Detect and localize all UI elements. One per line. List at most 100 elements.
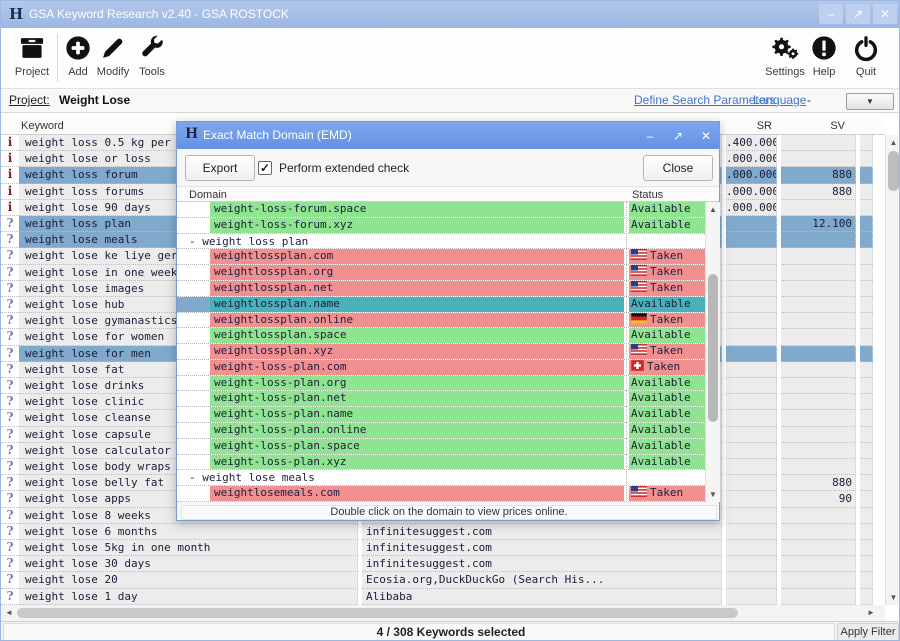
- domain-row[interactable]: weightlossplan.xyzTaken: [177, 344, 705, 360]
- extended-check-checkbox[interactable]: ✓: [258, 161, 272, 175]
- extended-check-label[interactable]: Perform extended check: [279, 161, 409, 175]
- column-header-domain[interactable]: Domain: [189, 189, 227, 201]
- column-header-status[interactable]: Status: [632, 189, 663, 201]
- maximize-button[interactable]: ↗: [846, 4, 870, 24]
- status-text: Taken: [650, 265, 683, 278]
- add-button[interactable]: Add: [59, 34, 97, 78]
- vertical-scrollbar-thumb[interactable]: [888, 151, 899, 191]
- scroll-down-icon[interactable]: ▼: [886, 593, 900, 602]
- extra-cell: [860, 151, 873, 167]
- domain-row[interactable]: weightlossplan.nameAvailable: [177, 297, 705, 313]
- extra-cell: [860, 491, 873, 507]
- domain-cell[interactable]: weight-loss-plan.name: [210, 407, 624, 422]
- keyword-row[interactable]: ?weight lose 30 daysinfinitesuggest.com: [1, 556, 885, 572]
- us-flag-icon: [631, 265, 647, 276]
- domain-group-header[interactable]: - weight lose meals: [189, 471, 315, 484]
- scroll-right-icon[interactable]: ►: [867, 608, 875, 617]
- domain-group-row[interactable]: - weight loss plan: [177, 234, 705, 250]
- keyword-type-icon: ?: [1, 540, 19, 556]
- dialog-close-icon[interactable]: ✕: [695, 127, 717, 145]
- domain-cell[interactable]: weight-loss-plan.online: [210, 423, 624, 438]
- domain-cell[interactable]: weightlossplan.online: [210, 313, 624, 328]
- keyword-row[interactable]: ?weight lose 5kg in one monthinfinitesug…: [1, 540, 885, 556]
- horizontal-scrollbar-thumb[interactable]: [17, 608, 738, 618]
- help-button[interactable]: Help: [809, 34, 839, 78]
- domain-row[interactable]: weight-loss-plan.spaceAvailable: [177, 439, 705, 455]
- status-bar: 4 / 308 Keywords selected Apply Filter: [1, 621, 900, 641]
- domain-cell[interactable]: weight-loss-plan.space: [210, 439, 624, 454]
- scroll-left-icon[interactable]: ◄: [5, 608, 13, 617]
- question-icon: ?: [6, 297, 13, 311]
- dialog-scroll-down-icon[interactable]: ▼: [706, 490, 720, 499]
- domain-row[interactable]: weightlossplan.org Taken: [177, 265, 705, 281]
- domain-row[interactable]: weightlossplan.netTaken: [177, 281, 705, 297]
- source-cell: infinitesuggest.com: [362, 556, 722, 572]
- domain-cell[interactable]: weightlossplan.name: [210, 297, 624, 312]
- status-cell: Available: [629, 202, 705, 217]
- keyword-row[interactable]: ?weight lose 1 dayAlibaba: [1, 589, 885, 605]
- dialog-minimize-button[interactable]: –: [639, 127, 661, 145]
- export-button[interactable]: Export: [185, 155, 255, 181]
- domain-row[interactable]: weightlosemeals.comTaken: [177, 486, 705, 502]
- domain-cell[interactable]: weight-loss-plan.org: [210, 376, 624, 391]
- scroll-up-icon[interactable]: ▲: [886, 138, 900, 147]
- domain-cell[interactable]: weightlosemeals.com: [210, 486, 624, 501]
- column-header-sv[interactable]: SV: [783, 120, 845, 132]
- domain-row[interactable]: weightlossplan.spaceAvailable: [177, 328, 705, 344]
- modify-button[interactable]: Modify: [93, 34, 133, 78]
- domain-cell[interactable]: weightlossplan.org: [210, 265, 624, 280]
- column-header-keyword[interactable]: Keyword: [21, 120, 64, 132]
- minimize-button[interactable]: –: [819, 4, 843, 24]
- domain-row[interactable]: weight-loss-plan.xyzAvailable: [177, 455, 705, 471]
- domain-row[interactable]: weightlossplan.comTaken: [177, 249, 705, 265]
- tools-wrench-icon: [133, 34, 171, 64]
- horizontal-scrollbar[interactable]: ◄ ►: [1, 605, 885, 621]
- domain-row[interactable]: weight-loss-forum.space Available: [177, 202, 705, 218]
- domain-cell[interactable]: weight-loss-plan.com: [210, 360, 624, 375]
- domain-cell[interactable]: weight-loss-forum.space: [210, 202, 624, 217]
- keyword-row[interactable]: ?weight lose 6 monthsinfinitesuggest.com: [1, 524, 885, 540]
- extra-cell: [860, 184, 873, 200]
- domain-row[interactable]: weight-loss-plan.netAvailable: [177, 391, 705, 407]
- sv-cell: [781, 508, 856, 524]
- domain-row[interactable]: weightlossplan.onlineTaken: [177, 313, 705, 329]
- domain-cell[interactable]: weight-loss-plan.xyz: [210, 455, 624, 470]
- language-dropdown[interactable]: ▼: [846, 93, 894, 110]
- domain-group-row[interactable]: - weight lose meals: [177, 470, 705, 486]
- domain-row[interactable]: weight-loss-plan.orgAvailable: [177, 376, 705, 392]
- dialog-vertical-scrollbar[interactable]: ▲ ▼: [705, 202, 720, 502]
- domain-cell[interactable]: weightlossplan.com: [210, 249, 624, 264]
- project-button[interactable]: Project: [11, 34, 53, 78]
- domain-row[interactable]: weight-loss-plan.nameAvailable: [177, 407, 705, 423]
- keyword-row[interactable]: ?weight lose 20Ecosia.org,DuckDuckGo (Se…: [1, 572, 885, 588]
- dialog-scroll-up-icon[interactable]: ▲: [706, 205, 720, 214]
- extra-cell: [860, 589, 873, 605]
- tools-button[interactable]: Tools: [133, 34, 171, 78]
- domain-row[interactable]: weight-loss-forum.xyzAvailable: [177, 218, 705, 234]
- domain-cell[interactable]: weightlossplan.net: [210, 281, 624, 296]
- close-button[interactable]: Close: [643, 155, 713, 181]
- domain-row[interactable]: weight-loss-plan.onlineAvailable: [177, 423, 705, 439]
- domain-row[interactable]: weight-loss-plan.comTaken: [177, 360, 705, 376]
- settings-button[interactable]: Settings: [759, 34, 811, 78]
- sr-cell: [726, 443, 777, 459]
- question-icon: ?: [6, 508, 13, 522]
- emd-dialog-titlebar: H Exact Match Domain (EMD) – ↗ ✕: [177, 122, 719, 149]
- domain-cell[interactable]: weight-loss-plan.net: [210, 391, 624, 406]
- column-header-sr[interactable]: SR: [727, 120, 772, 132]
- sr-cell: [726, 556, 777, 572]
- row-gutter: [177, 249, 210, 264]
- language-link[interactable]: Language: [753, 93, 806, 107]
- domain-cell[interactable]: weightlossplan.xyz: [210, 344, 624, 359]
- project-link[interactable]: Project:: [9, 93, 50, 107]
- apply-filter-button[interactable]: Apply Filter: [837, 623, 899, 641]
- vertical-scrollbar[interactable]: ▲ ▼: [885, 135, 900, 605]
- domain-cell[interactable]: weightlossplan.space: [210, 328, 624, 343]
- domain-cell[interactable]: weight-loss-forum.xyz: [210, 218, 624, 233]
- extra-cell: [860, 378, 873, 394]
- dialog-maximize-button[interactable]: ↗: [667, 127, 689, 145]
- quit-button[interactable]: Quit: [847, 34, 885, 78]
- close-icon[interactable]: ✕: [873, 4, 897, 24]
- domain-group-header[interactable]: - weight loss plan: [189, 235, 308, 248]
- dialog-scrollbar-thumb[interactable]: [708, 274, 718, 422]
